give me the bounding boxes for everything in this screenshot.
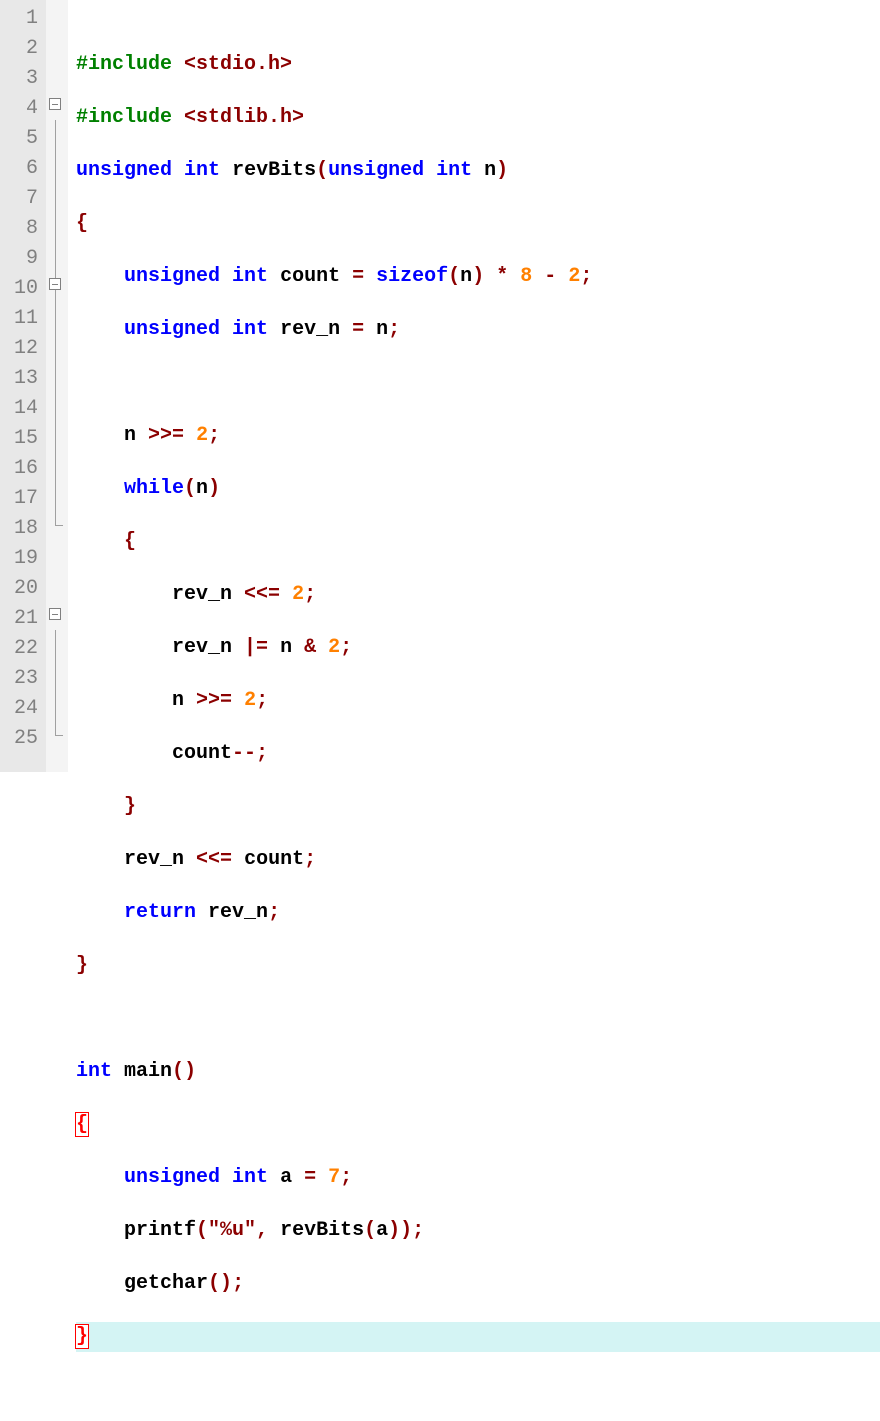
code-line[interactable]: { [76, 1110, 880, 1140]
fold-toggle-icon[interactable] [49, 98, 61, 110]
code-line[interactable]: int main() [76, 1057, 880, 1087]
fold-toggle-icon[interactable] [49, 608, 61, 620]
code-line[interactable]: unsigned int a = 7; [76, 1163, 880, 1193]
line-number: 2 [4, 34, 38, 64]
code-line[interactable]: while(n) [76, 474, 880, 504]
code-line[interactable]: rev_n <<= 2; [76, 580, 880, 610]
line-number: 16 [4, 454, 38, 484]
code-line[interactable]: n >>= 2; [76, 421, 880, 451]
line-number: 22 [4, 634, 38, 664]
code-line[interactable] [76, 368, 880, 398]
line-number: 6 [4, 154, 38, 184]
line-number: 25 [4, 724, 38, 754]
code-editor[interactable]: 1 2 3 4 5 6 7 8 9 10 11 12 13 14 15 16 1… [0, 0, 880, 772]
code-line[interactable]: { [76, 527, 880, 557]
line-number: 17 [4, 484, 38, 514]
matched-brace-close: } [76, 1325, 88, 1348]
line-number: 8 [4, 214, 38, 244]
code-line[interactable]: rev_n |= n & 2; [76, 633, 880, 663]
line-number: 10 [4, 274, 38, 304]
code-line[interactable]: } [76, 951, 880, 981]
line-number: 5 [4, 124, 38, 154]
line-number: 1 [4, 4, 38, 34]
code-line[interactable]: count--; [76, 739, 880, 769]
line-number: 13 [4, 364, 38, 394]
code-line[interactable]: n >>= 2; [76, 686, 880, 716]
line-number: 21 [4, 604, 38, 634]
line-number: 18 [4, 514, 38, 544]
line-number: 19 [4, 544, 38, 574]
code-line[interactable]: #include <stdlib.h> [76, 103, 880, 133]
code-line[interactable]: } [76, 792, 880, 822]
line-number: 11 [4, 304, 38, 334]
line-number: 20 [4, 574, 38, 604]
matched-brace-open: { [76, 1113, 88, 1136]
line-number: 23 [4, 664, 38, 694]
code-line-current[interactable]: } [76, 1322, 880, 1352]
fold-toggle-icon[interactable] [49, 278, 61, 290]
code-line[interactable] [76, 1004, 880, 1034]
line-number-gutter: 1 2 3 4 5 6 7 8 9 10 11 12 13 14 15 16 1… [0, 0, 46, 772]
line-number: 24 [4, 694, 38, 724]
line-number: 14 [4, 394, 38, 424]
code-line[interactable]: unsigned int count = sizeof(n) * 8 - 2; [76, 262, 880, 292]
code-line[interactable]: return rev_n; [76, 898, 880, 928]
line-number: 7 [4, 184, 38, 214]
line-number: 9 [4, 244, 38, 274]
line-number: 3 [4, 64, 38, 94]
line-number: 12 [4, 334, 38, 364]
code-line[interactable]: getchar(); [76, 1269, 880, 1299]
code-line[interactable]: unsigned int rev_n = n; [76, 315, 880, 345]
code-area[interactable]: #include <stdio.h> #include <stdlib.h> u… [68, 0, 880, 772]
line-number: 15 [4, 424, 38, 454]
line-number: 4 [4, 94, 38, 124]
fold-gutter [46, 0, 68, 772]
code-line[interactable]: #include <stdio.h> [76, 50, 880, 80]
code-line[interactable]: printf("%u", revBits(a)); [76, 1216, 880, 1246]
code-line[interactable]: { [76, 209, 880, 239]
code-line[interactable]: rev_n <<= count; [76, 845, 880, 875]
code-line[interactable]: unsigned int revBits(unsigned int n) [76, 156, 880, 186]
